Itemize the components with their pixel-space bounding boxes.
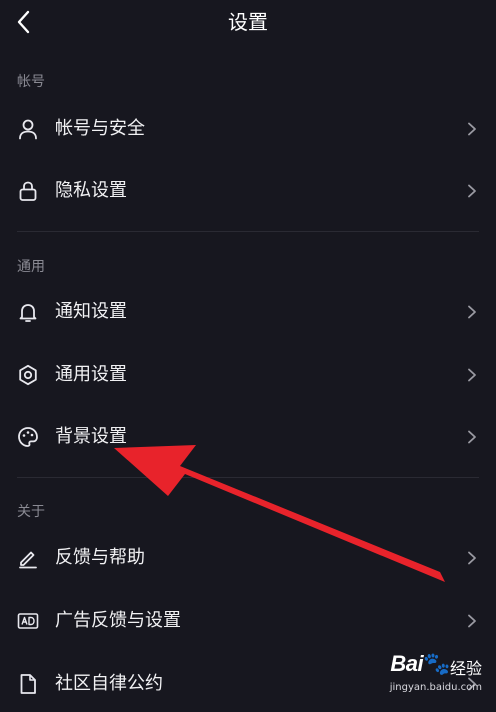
- user-icon: [17, 118, 39, 140]
- settings-item-account-security[interactable]: 帐号与安全: [0, 101, 496, 157]
- chevron-right-icon: [466, 614, 478, 628]
- settings-item-label: 背景设置: [55, 426, 127, 447]
- section-label-about: 关于: [17, 504, 45, 520]
- chevron-right-icon: [466, 122, 478, 136]
- baidu-jingyan-watermark: Bai🐾 经验 jingyan.baidu.com: [372, 649, 482, 693]
- settings-item-label: 通知设置: [55, 301, 127, 322]
- chevron-right-icon: [466, 184, 478, 198]
- chevron-right-icon: [466, 551, 478, 565]
- settings-item-ad-feedback[interactable]: 广告反馈与设置: [0, 593, 496, 649]
- bell-icon: [17, 301, 39, 323]
- chevron-right-icon: [466, 305, 478, 319]
- settings-item-label: 通用设置: [55, 364, 127, 385]
- gear-icon: [17, 364, 39, 386]
- palette-icon: [17, 426, 39, 448]
- settings-item-label: 帐号与安全: [55, 118, 145, 139]
- settings-item-notifications[interactable]: 通知设置: [0, 284, 496, 340]
- pencil-icon: [17, 547, 39, 569]
- settings-item-label: 社区自律公约: [55, 673, 163, 694]
- page-title: 设置: [228, 10, 268, 34]
- settings-item-general[interactable]: 通用设置: [0, 347, 496, 403]
- section-divider: [17, 231, 479, 232]
- settings-item-privacy[interactable]: 隐私设置: [0, 163, 496, 219]
- baidu-logo: Bai🐾: [390, 651, 450, 676]
- watermark-url: jingyan.baidu.com: [389, 682, 482, 693]
- settings-item-label: 隐私设置: [55, 180, 127, 201]
- chevron-right-icon: [466, 430, 478, 444]
- header-bar: 设置: [0, 0, 496, 46]
- ad-icon: [17, 610, 39, 632]
- settings-item-label: 反馈与帮助: [55, 547, 145, 568]
- lock-icon: [17, 180, 39, 202]
- section-divider: [17, 477, 479, 478]
- settings-item-background[interactable]: 背景设置: [0, 409, 496, 465]
- section-label-account: 帐号: [17, 74, 45, 90]
- chevron-right-icon: [466, 368, 478, 382]
- section-label-general: 通用: [17, 259, 45, 275]
- settings-item-label: 广告反馈与设置: [55, 610, 181, 631]
- settings-item-feedback-help[interactable]: 反馈与帮助: [0, 530, 496, 586]
- watermark-jingyan-text: 经验: [449, 659, 482, 678]
- document-icon: [17, 673, 39, 695]
